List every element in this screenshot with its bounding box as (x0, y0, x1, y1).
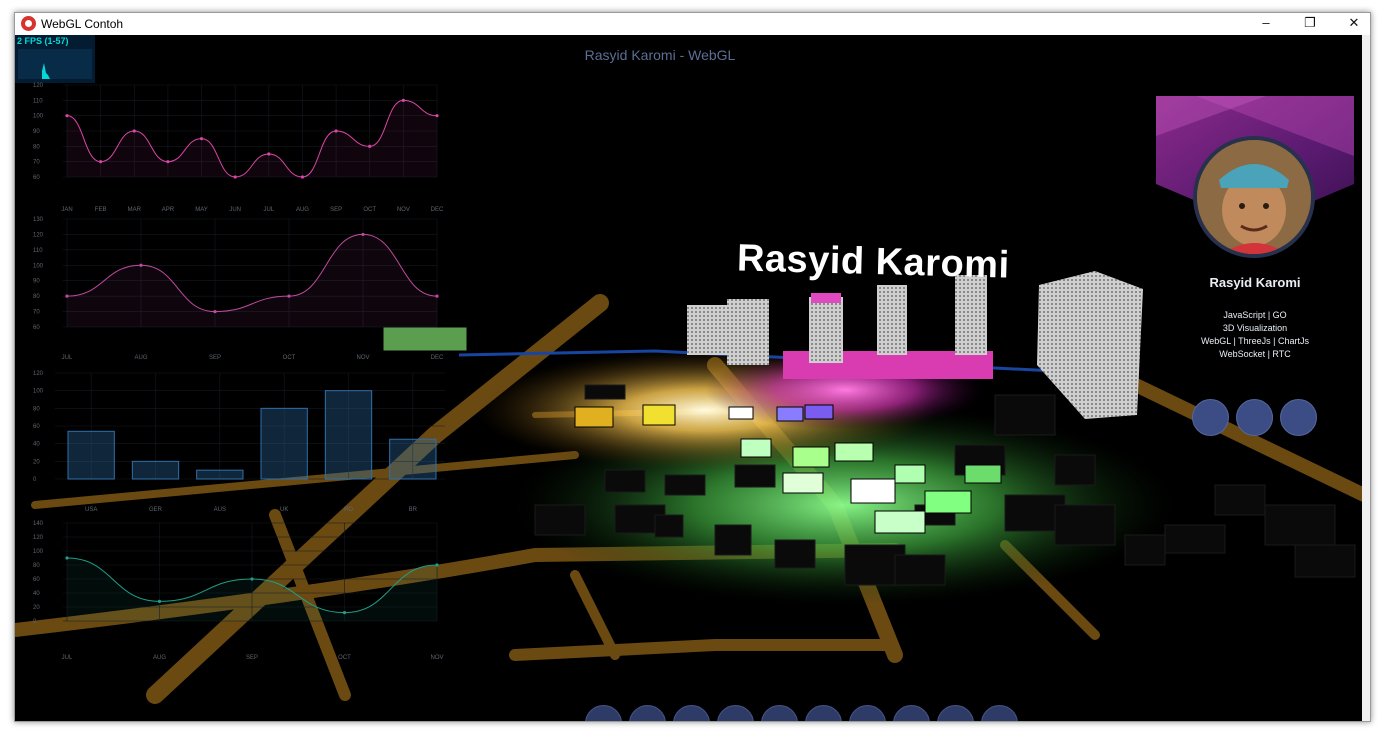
data-point (267, 152, 271, 156)
scene-title-3d-text: Rasyid Karomi (736, 237, 1011, 287)
data-point (65, 114, 69, 118)
bar (196, 469, 244, 480)
data-point (368, 144, 372, 148)
y-tick-label: 90 (33, 279, 40, 285)
data-point (361, 232, 365, 237)
y-tick-label: 70 (33, 160, 40, 166)
y-tick-label: 120 (33, 83, 44, 89)
vertical-scrollbar[interactable] (1362, 35, 1370, 721)
x-tick-label: DEC (431, 355, 444, 361)
y-tick-label: 60 (33, 424, 40, 430)
data-point (342, 611, 347, 615)
fps-graph (18, 49, 92, 79)
data-point (334, 129, 338, 133)
y-tick-label: 100 (33, 549, 44, 555)
x-tick-label: AUG (134, 355, 147, 361)
profile-skill: WebSocket | RTC (1219, 349, 1291, 359)
y-tick-label: 40 (33, 591, 40, 597)
x-tick-label: NOV (356, 355, 369, 361)
fps-stats-panel[interactable]: 2 FPS (1-57) (15, 35, 95, 83)
social-button-2[interactable] (1236, 399, 1273, 436)
y-tick-label: 40 (33, 442, 40, 448)
maximize-button[interactable]: ❐ (1288, 13, 1332, 35)
profile-skill: 3D Visualization (1222, 323, 1288, 333)
y-tick-label: 100 (33, 114, 44, 120)
x-tick-label: AUG (153, 655, 166, 661)
y-tick-label: 60 (33, 175, 40, 181)
avatar-photo (1197, 140, 1311, 254)
bar (260, 407, 308, 480)
profile-skill: WebGL | ThreeJs | ChartJs (1200, 336, 1310, 346)
y-tick-label: 100 (33, 263, 44, 269)
y-tick-label: 20 (33, 459, 40, 465)
webgl-canvas[interactable]: Rasyid Karomi - WebGL Rasyid Karomi 2 FP… (15, 35, 1364, 721)
line-chart-quarter: 0 20 40 60 80 100 120 140 JUL AUG SEP OCT NOV (33, 521, 444, 661)
data-point (199, 137, 204, 141)
page-header: Rasyid Karomi - WebGL (584, 47, 736, 63)
y-tick-label: 70 (33, 310, 40, 316)
data-point (435, 563, 439, 567)
close-button[interactable]: ✕ (1332, 13, 1370, 35)
y-tick-label: 120 (33, 371, 44, 377)
app-icon (21, 16, 36, 31)
profile-card: Rasyid Karomi JavaScript | GO 3D Visuali… (1156, 96, 1354, 366)
y-tick-label: 120 (33, 232, 44, 238)
data-point (132, 129, 136, 133)
y-tick-label: 60 (33, 325, 40, 331)
bar (67, 430, 115, 480)
data-point (250, 577, 254, 581)
avatar (1193, 136, 1315, 258)
x-tick-label: SEP (209, 355, 221, 361)
bar-chart-countries: 020406080100120USA GER AUS UK RO BR (33, 371, 445, 513)
data-point (166, 160, 170, 164)
data-point (287, 294, 291, 298)
y-tick-label: 80 (33, 563, 40, 569)
bar (324, 390, 373, 480)
data-point (435, 114, 439, 118)
data-point (65, 556, 69, 560)
data-point (213, 309, 217, 314)
bar (389, 438, 437, 480)
data-point (157, 599, 162, 603)
line-chart-monthly: 60708090100110120JAN FEB MAR APR MAY JUN JUL AU… (33, 83, 444, 213)
social-button-1[interactable] (1192, 399, 1229, 436)
data-point (233, 175, 237, 179)
line-chart-halfyear: 60 70 80 90 100 110 120 130 JUL AUG SEP OCT NOV DEC (33, 217, 444, 361)
title-bar[interactable]: WebGL Contoh – ❐ ✕ (15, 13, 1370, 35)
y-tick-label: 0 (33, 477, 37, 483)
data-point (435, 294, 439, 298)
y-tick-label: 80 (33, 294, 40, 300)
x-tick-label: SEP (246, 655, 258, 661)
y-tick-label: 110 (33, 248, 43, 254)
x-tick-label: NOV (430, 655, 443, 661)
y-tick-label: 60 (33, 577, 40, 583)
y-tick-label: 110 (33, 98, 43, 104)
y-tick-label: 90 (33, 129, 40, 135)
y-tick-label: 140 (33, 521, 44, 527)
fps-readout: 2 FPS (1-57) (17, 36, 69, 46)
window-title: WebGL Contoh (41, 17, 124, 31)
data-point (300, 175, 305, 179)
x-tick-label: JUL (62, 655, 73, 661)
data-point (401, 98, 405, 102)
y-tick-label: 80 (33, 144, 40, 150)
x-tick-label: OCT (283, 355, 296, 361)
data-point (65, 294, 69, 298)
app-window: WebGL Contoh – ❐ ✕ Rasyid Karomi - WebGL… (14, 12, 1371, 722)
y-tick-label: 120 (33, 535, 44, 541)
y-tick-label: 100 (33, 389, 44, 395)
profile-skill: JavaScript | GO (1223, 310, 1287, 320)
x-tick-label: JUL (62, 355, 73, 361)
data-point (139, 263, 143, 267)
minimize-button[interactable]: – (1244, 13, 1288, 35)
bar (131, 460, 180, 480)
y-tick-label: 0 (33, 619, 37, 625)
profile-name: Rasyid Karomi (1209, 275, 1301, 290)
y-tick-label: 130 (33, 217, 44, 223)
y-tick-label: 20 (33, 605, 40, 611)
y-tick-label: 80 (33, 406, 40, 412)
data-point (99, 160, 103, 164)
x-tick-label: OCT (338, 655, 351, 661)
social-button-3[interactable] (1280, 399, 1317, 436)
